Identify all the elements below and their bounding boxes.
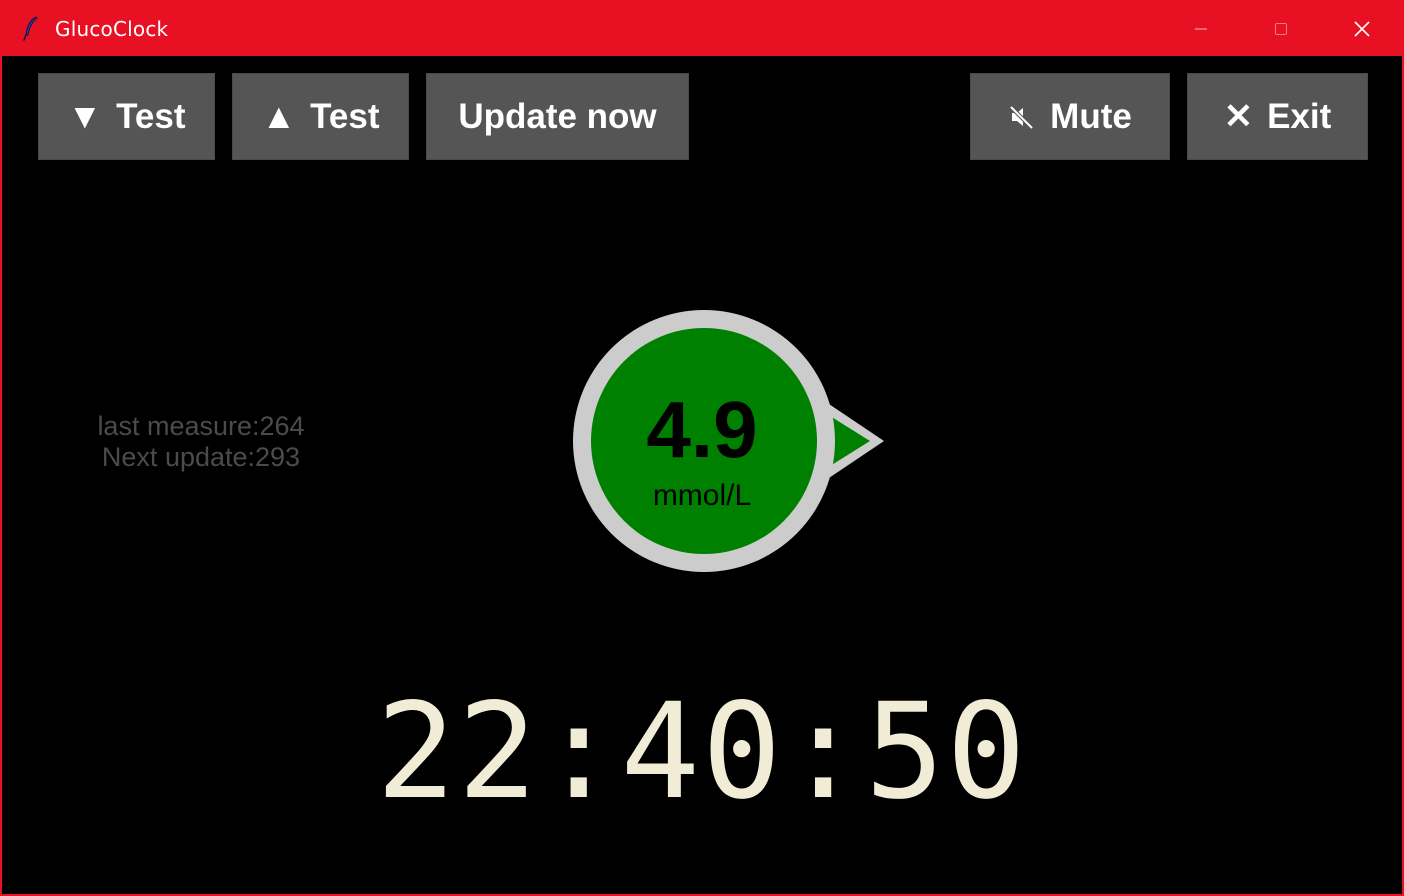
close-button[interactable] — [1322, 1, 1402, 56]
mute-button[interactable]: Mute — [970, 73, 1170, 160]
close-icon — [1354, 20, 1370, 37]
maximize-icon — [1275, 22, 1287, 35]
exit-button[interactable]: ✕ Exit — [1187, 73, 1368, 160]
measurement-status: last measure:264 Next update:293 — [82, 411, 320, 473]
speaker-muted-icon — [1008, 103, 1036, 131]
update-now-label: Update now — [458, 96, 657, 136]
exit-label: Exit — [1267, 96, 1332, 136]
glucose-unit: mmol/L — [652, 479, 752, 512]
close-x-icon: ✕ — [1223, 96, 1254, 136]
clock-time: 22:40:50 — [376, 675, 1028, 829]
update-now-button[interactable]: Update now — [426, 73, 689, 160]
test-low-label: Test — [116, 96, 186, 136]
triangle-up-icon: ▲ — [261, 96, 297, 136]
maximize-button[interactable] — [1241, 1, 1321, 56]
test-high-label: Test — [310, 96, 380, 136]
window-title: GlucoClock — [55, 17, 169, 41]
main-panel: ▼ Test ▲ Test Update now Mute ✕ Exit las… — [2, 56, 1402, 894]
feather-icon — [21, 15, 41, 41]
last-measure-text: last measure:264 — [97, 411, 305, 441]
mute-label: Mute — [1050, 96, 1132, 136]
minimize-button[interactable] — [1161, 1, 1241, 56]
test-low-button[interactable]: ▼ Test — [38, 73, 215, 160]
glucose-value: 4.9 — [646, 385, 758, 474]
app-window: GlucoClock ▼ Test ▲ Test Update now Mute… — [0, 0, 1404, 896]
title-bar[interactable]: GlucoClock — [1, 1, 1403, 56]
test-high-button[interactable]: ▲ Test — [232, 73, 409, 160]
next-update-text: Next update:293 — [101, 442, 301, 472]
triangle-down-icon: ▼ — [67, 96, 103, 136]
minimize-icon — [1195, 28, 1207, 29]
